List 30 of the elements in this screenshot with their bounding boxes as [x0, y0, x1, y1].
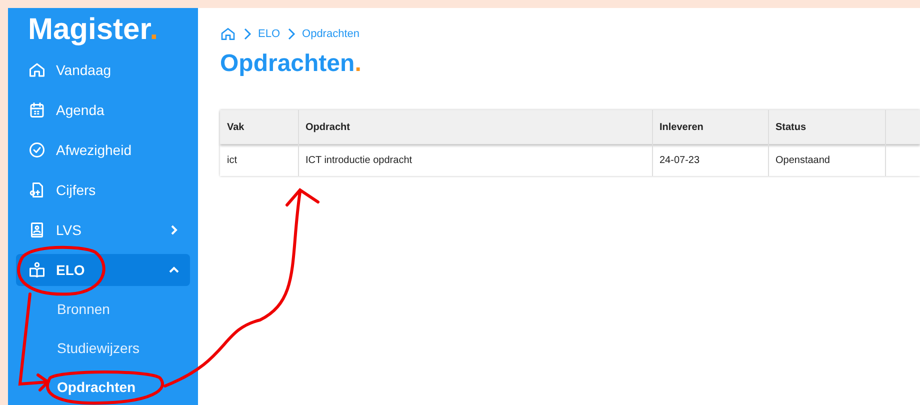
chevron-right-icon [242, 28, 252, 40]
home-icon [28, 61, 46, 79]
chevron-right-icon [286, 28, 296, 40]
column-header: Vak [220, 110, 298, 144]
table-cell: ICT introductie opdracht [298, 144, 652, 176]
logo: Magister. [27, 12, 160, 48]
table-cell: 24-07-23 [652, 144, 768, 176]
breadcrumb-link[interactable]: ELO [258, 26, 280, 42]
column-header: Opdracht [298, 110, 652, 144]
book-person-icon [28, 261, 46, 279]
document-icon [28, 181, 46, 199]
nav-item[interactable]: LVS [16, 214, 190, 246]
table-cell: Openstaand [768, 144, 885, 176]
home-icon[interactable] [220, 26, 236, 42]
table-cell: ict [220, 144, 298, 176]
sub-nav-item[interactable]: Studiewijzers [16, 333, 190, 364]
sub-nav-item[interactable]: Bronnen [16, 294, 190, 325]
nav-item[interactable]: Cijfers [16, 174, 190, 206]
column-header: Inleveren [652, 110, 768, 144]
page-title: Opdrachten. [220, 49, 362, 79]
profile-book-icon [28, 221, 46, 239]
check-circle-icon [28, 141, 46, 159]
nav-item[interactable]: Vandaag [16, 54, 190, 86]
calendar-icon [28, 101, 46, 119]
nav-item[interactable]: Afwezigheid [16, 134, 190, 166]
nav-item[interactable]: ELO [16, 254, 190, 286]
sub-nav-item[interactable]: Opdrachten [16, 372, 190, 403]
breadcrumb-link[interactable]: Opdrachten [302, 26, 360, 42]
column-header: Status [768, 110, 885, 144]
nav-item[interactable]: Agenda [16, 94, 190, 126]
